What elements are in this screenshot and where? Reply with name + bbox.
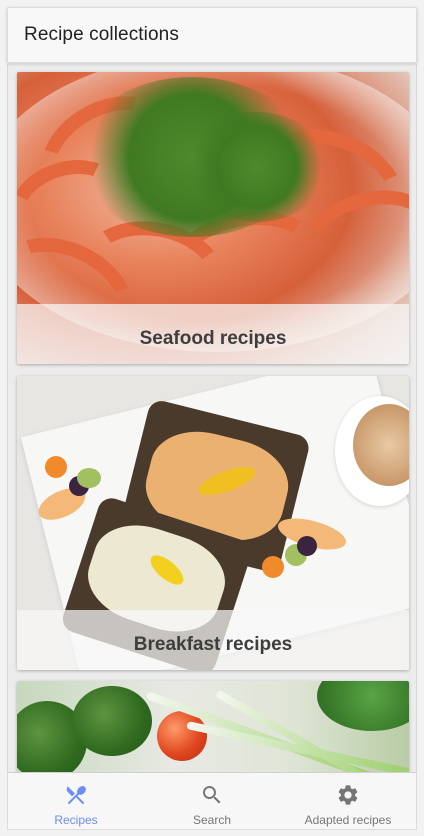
nav-item-search[interactable]: Search — [144, 773, 280, 829]
gear-icon — [338, 785, 358, 805]
bottom-navigation: Recipes Search Adapted recipes — [7, 772, 417, 830]
vegetables-image — [17, 681, 409, 772]
collection-caption: Seafood recipes — [17, 304, 409, 364]
page-title: Recipe collections — [24, 24, 179, 45]
app-header: Recipe collections — [7, 7, 417, 63]
nav-item-adapted-recipes[interactable]: Adapted recipes — [280, 773, 416, 829]
collection-title: Breakfast recipes — [133, 634, 293, 655]
collections-list[interactable]: Seafood recipes Breakfast recipes — [7, 64, 417, 772]
nav-item-recipes[interactable]: Recipes — [8, 773, 144, 829]
nav-label-adapted-recipes: Adapted recipes — [304, 813, 392, 827]
collection-card-vegetables[interactable] — [17, 681, 409, 772]
nav-label-recipes: Recipes — [54, 813, 98, 827]
collection-title: Seafood recipes — [139, 328, 287, 349]
collection-caption: Breakfast recipes — [17, 610, 409, 670]
nav-label-search: Search — [192, 813, 232, 827]
collection-card-seafood[interactable]: Seafood recipes — [17, 72, 409, 364]
collection-card-breakfast[interactable]: Breakfast recipes — [17, 376, 409, 670]
search-icon — [203, 786, 221, 804]
fork-knife-icon — [66, 786, 86, 805]
